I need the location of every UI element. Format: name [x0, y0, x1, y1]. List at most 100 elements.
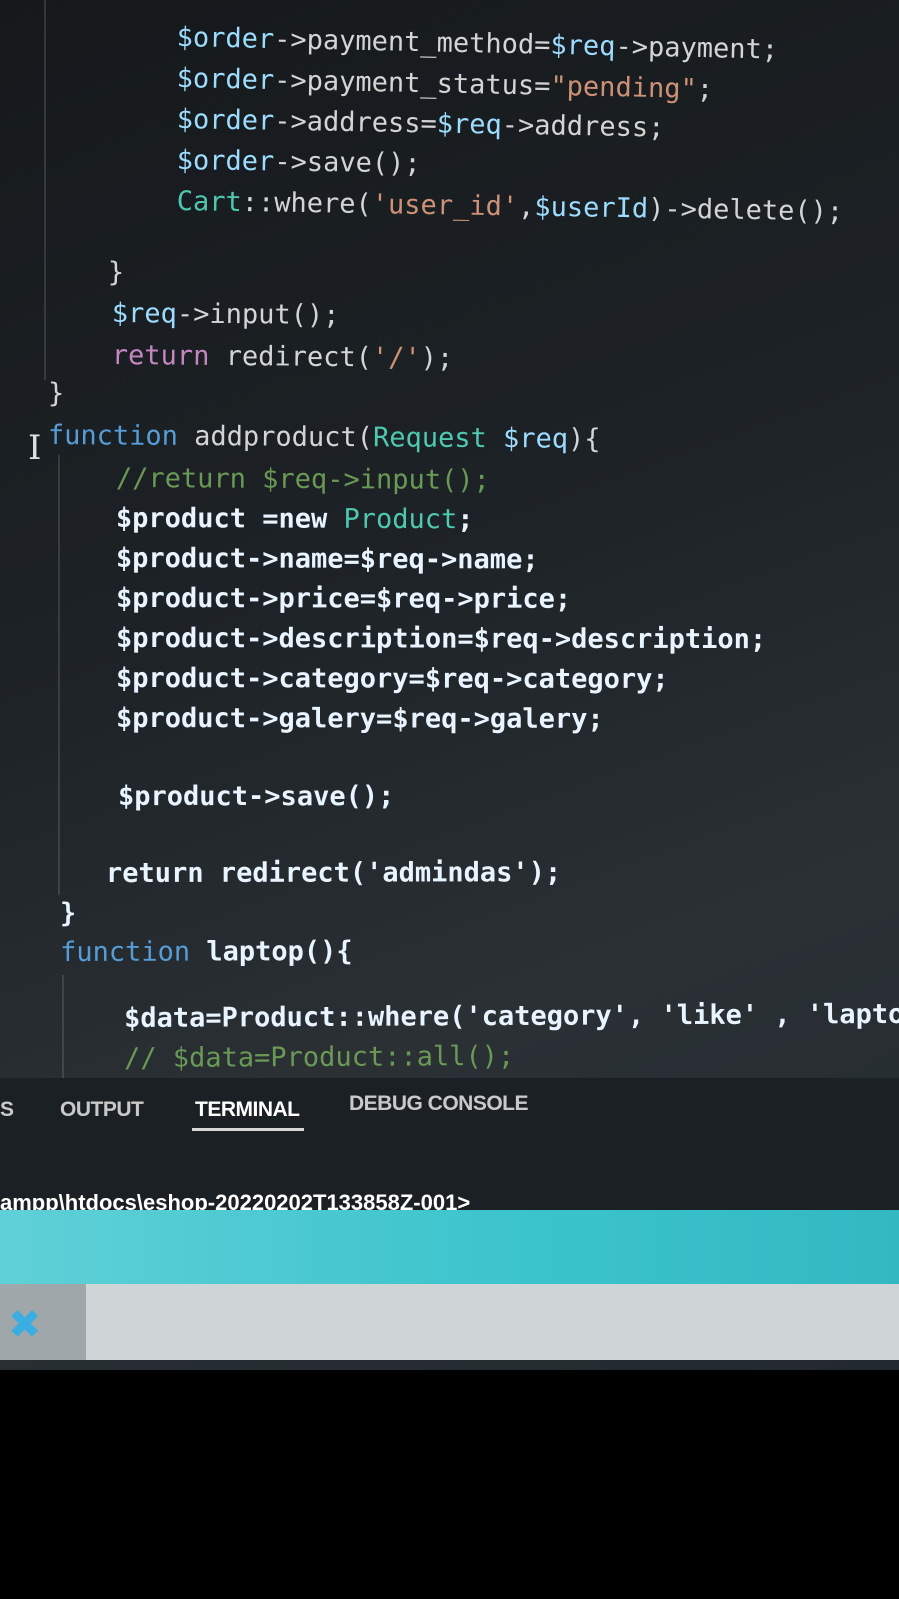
- code-line[interactable]: $product->save();: [118, 781, 394, 813]
- code-token: Cart: [176, 186, 243, 219]
- code-token: "pending": [550, 70, 698, 105]
- code-token: 'user_id': [371, 189, 519, 223]
- vscode-icon[interactable]: ✖: [8, 1302, 42, 1348]
- code-token: ->name;: [424, 544, 539, 576]
- code-token: function: [47, 420, 179, 452]
- code-token: ->input();: [176, 298, 340, 331]
- status-bar: [0, 1210, 899, 1284]
- code-token: ->address=: [273, 105, 438, 140]
- tab-terminal[interactable]: TERMINAL: [195, 1098, 300, 1122]
- code-token: '/': [371, 342, 421, 374]
- code-token: $product: [115, 663, 247, 695]
- code-token: Product: [343, 503, 458, 536]
- code-line[interactable]: function addproduct(Request $req){: [48, 420, 601, 456]
- code-token: $product: [115, 543, 247, 575]
- code-line[interactable]: return redirect('/');: [112, 340, 454, 375]
- code-token: ->category=: [245, 663, 425, 695]
- code-token: ;: [696, 73, 714, 106]
- code-token: $req: [376, 583, 442, 615]
- code-token: ->description=: [245, 623, 474, 655]
- code-token: }: [107, 257, 125, 289]
- code-line[interactable]: }: [48, 378, 64, 410]
- tab-problems[interactable]: S: [0, 1098, 14, 1122]
- code-token: return redirect(: [106, 857, 367, 889]
- tab-output[interactable]: OUTPUT: [60, 1098, 144, 1122]
- panel-tabs: S OUTPUT TERMINAL DEBUG CONSOLE: [0, 1078, 899, 1158]
- code-token: $product: [118, 781, 249, 812]
- code-line[interactable]: //return $req->input();: [116, 463, 490, 497]
- code-token: addproduct(: [177, 420, 374, 454]
- code-token: ->price;: [441, 583, 572, 615]
- indent-guide: [58, 455, 60, 895]
- code-token: //return $req->input();: [115, 463, 490, 496]
- code-token: $product: [115, 703, 247, 735]
- code-line[interactable]: }: [108, 257, 125, 289]
- code-token: redirect(: [209, 340, 373, 374]
- code-token: ->save();: [274, 146, 421, 180]
- code-line[interactable]: $order->address=$req->address;: [176, 104, 664, 145]
- code-token: $order: [176, 22, 275, 56]
- code-token: ::where(: [241, 187, 373, 221]
- code-token: ->payment_method=: [273, 24, 551, 61]
- code-token: ->save();: [248, 781, 395, 812]
- indent-guide: [44, 0, 46, 380]
- code-token: ){: [567, 423, 601, 455]
- code-line[interactable]: return redirect('admindas');: [106, 857, 561, 890]
- code-token: )->delete();: [647, 193, 844, 228]
- text-cursor-icon: I: [28, 428, 42, 468]
- code-line[interactable]: function laptop(){: [60, 936, 353, 969]
- code-token: $req: [359, 543, 425, 576]
- code-token: ->category;: [489, 663, 669, 695]
- code-token: ,: [757, 999, 807, 1031]
- code-token: 'laptop': [806, 998, 899, 1031]
- indent-guide: [62, 975, 64, 1090]
- code-line[interactable]: $product =new Product;: [116, 503, 474, 536]
- code-token: ->payment_status=: [273, 65, 551, 102]
- code-token: ,: [517, 191, 535, 223]
- code-token: 'like': [660, 999, 759, 1032]
- code-token: =Product::where(: [205, 1001, 466, 1034]
- code-token: $req: [424, 663, 490, 695]
- code-token: ,: [627, 1000, 661, 1032]
- code-token: $order: [176, 63, 275, 97]
- code-line[interactable]: $product->name=$req->name;: [116, 543, 539, 576]
- code-token: );: [420, 342, 454, 374]
- code-line[interactable]: // $data=Product::all();: [124, 1041, 514, 1075]
- code-token: ->price=: [245, 583, 377, 615]
- code-token: $req: [436, 108, 503, 141]
- code-token: }: [60, 897, 77, 929]
- code-line[interactable]: $product->galery=$req->galery;: [116, 703, 604, 736]
- code-line[interactable]: $product->category=$req->category;: [116, 663, 669, 696]
- code-token: $product: [115, 503, 247, 535]
- code-token: =new: [245, 503, 344, 535]
- code-token: $req: [486, 423, 569, 455]
- code-token: function: [60, 936, 191, 968]
- code-token: return: [111, 340, 210, 372]
- code-line[interactable]: $data=Product::where('category', 'like' …: [124, 999, 899, 1035]
- code-line[interactable]: }: [60, 898, 76, 930]
- code-token: $req: [111, 298, 178, 330]
- code-token: $req: [473, 623, 539, 655]
- tab-debug-console[interactable]: DEBUG CONSOLE: [349, 1092, 529, 1116]
- code-line[interactable]: $order->payment_method=$req->payment;: [176, 22, 778, 67]
- code-line[interactable]: $req->input();: [112, 298, 340, 332]
- code-token: ->address;: [501, 109, 665, 144]
- code-token: $userId: [534, 191, 649, 225]
- active-tab-indicator: [192, 1128, 304, 1131]
- code-line[interactable]: Cart::where('user_id',$userId)->delete()…: [176, 186, 844, 228]
- monitor-screen: $order->payment_method=$req->payment; $or…: [0, 0, 899, 1370]
- code-token: }: [47, 378, 65, 410]
- code-token: );: [528, 857, 562, 889]
- code-token: 'admindas': [366, 857, 529, 889]
- code-line[interactable]: $order->save();: [177, 145, 421, 180]
- code-token: $data: [124, 1002, 206, 1034]
- code-token: // $data=Product::all();: [124, 1040, 515, 1074]
- code-editor[interactable]: $order->payment_method=$req->payment; $or…: [0, 0, 899, 1090]
- taskbar: [0, 1284, 899, 1360]
- code-token: $req: [392, 703, 458, 735]
- code-token: laptop(){: [190, 935, 353, 968]
- code-line[interactable]: $order->payment_status="pending";: [176, 63, 713, 106]
- code-line[interactable]: $product->price=$req->price;: [116, 583, 571, 616]
- code-line[interactable]: $product->description=$req->description;: [116, 623, 766, 656]
- code-token: $product: [115, 583, 247, 615]
